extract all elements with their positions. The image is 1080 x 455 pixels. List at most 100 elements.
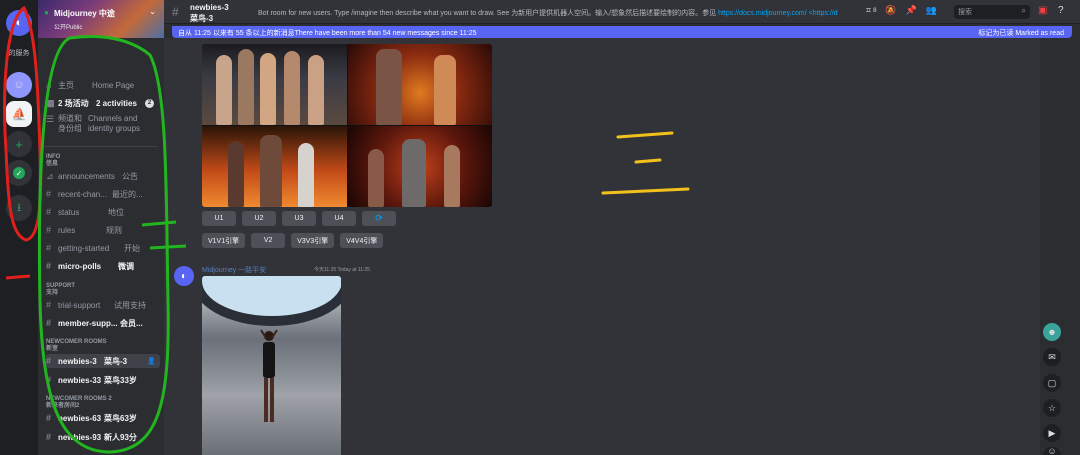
hash-icon: # — [46, 207, 52, 217]
category-newcomer-en: NEWCOMER ROOMS — [46, 339, 107, 345]
v3-button[interactable]: V3V3引擎 — [291, 233, 335, 248]
home-button[interactable]: ◐ — [6, 10, 32, 36]
nav-channels-en-2: identity groups — [88, 124, 141, 133]
image-tile-3[interactable] — [202, 126, 347, 207]
nav-channels-cn: 频道和 身份组 — [58, 114, 84, 134]
category-newcomer-2[interactable]: NEWCOMER ROOMS 2 新来者房间2 — [46, 396, 112, 410]
topic-link-2[interactable]: <https://d — [809, 10, 838, 17]
topic-text: Bot room for new users. Type /imagine th… — [258, 10, 510, 17]
channel-getting-started[interactable]: # getting-started 开始 — [46, 241, 160, 255]
add-member-icon[interactable]: 👤 — [147, 357, 156, 365]
category-info[interactable]: INFO 信息 — [46, 154, 60, 168]
channel-recent-changes[interactable]: # recent-chan... 最近的... — [46, 187, 160, 201]
image-tile-2[interactable] — [347, 44, 492, 125]
threads-count: 8 — [873, 7, 877, 14]
u3-button[interactable]: U3 — [282, 211, 316, 226]
star-icon[interactable]: ☆ — [1043, 399, 1061, 417]
discord-icon: ◐ — [180, 270, 188, 282]
nav-home-en: Home Page — [92, 80, 135, 90]
channel-label-cn: 新人93分 — [104, 432, 137, 442]
server-midjourney[interactable]: ☺ — [6, 72, 32, 98]
members-icon[interactable]: 👥 — [926, 5, 937, 16]
message-list: U1 U2 U3 U4 ⟳ V1V1引擎 V2 V3V3引擎 V4V4引擎 ◐ … — [164, 38, 1040, 455]
new-messages-banner[interactable]: 自从 11:25 以来有 55 条以上的新消息There have been m… — [172, 26, 1072, 38]
generated-photo[interactable] — [202, 276, 341, 455]
nav-channels-roles[interactable]: ☰ 频道和 身份组 Channels and identity groups — [46, 114, 160, 140]
topic-link[interactable]: https://docs.midjourney.com/ — [718, 10, 807, 17]
figure — [308, 55, 324, 125]
figure — [238, 49, 254, 125]
channel-label: member-supp... — [58, 318, 118, 328]
channel-member-support[interactable]: # member-supp... 会员... — [46, 316, 160, 330]
channel-label: newbies-33 — [58, 375, 102, 385]
channel-label-cn: 菜鸟33岁 — [104, 375, 137, 385]
nav-activities[interactable]: ▦ 2 场活动 2 activities 2 — [46, 96, 160, 110]
message-author[interactable]: Midjourney 一路平安 — [202, 265, 266, 275]
upscale-buttons: U1 U2 U3 U4 ⟳ — [202, 211, 396, 226]
channel-announcements[interactable]: ⊿ announcements 公告 — [46, 169, 160, 183]
mark-as-read-button[interactable]: 标记为已读 Marked as read — [978, 28, 1064, 38]
photo-figure — [260, 329, 278, 422]
channel-trial-support[interactable]: # trial-support 试用支持 — [46, 298, 160, 312]
figure — [367, 149, 384, 207]
channel-micro-polls[interactable]: # micro-polls 微调 — [46, 259, 160, 273]
v4-button[interactable]: V4V4引擎 — [340, 233, 384, 248]
category-newcomer[interactable]: NEWCOMER ROOMS 新室 — [46, 339, 107, 353]
inbox-icon[interactable]: ▣ — [1038, 5, 1047, 16]
hash-icon: # — [46, 243, 52, 253]
bot-avatar[interactable]: ◐ — [174, 266, 194, 286]
nav-home[interactable]: ⌂ 主页 Home Page — [46, 78, 160, 92]
megaphone-icon: ⊿ — [46, 170, 54, 181]
category-support-cn: 支持 — [46, 290, 59, 296]
rail-label: 的服务 — [8, 50, 30, 57]
video-icon[interactable]: ▶ — [1043, 424, 1061, 442]
sticker-icon[interactable]: ☺ — [1043, 446, 1061, 455]
search-input[interactable]: 搜索 ⌕ — [954, 5, 1030, 19]
server-sailboat[interactable]: ⛵ — [6, 101, 32, 127]
u2-button[interactable]: U2 — [242, 211, 276, 226]
channel-sidebar: ● Midjourney 中途 ⌄ 公开Public ⌂ 主页 Home Pag… — [38, 0, 164, 455]
generated-image-grid[interactable] — [202, 44, 492, 207]
figure — [260, 135, 282, 207]
channel-label-cn: 菜鸟63岁 — [104, 413, 137, 423]
nav-home-cn: 主页 — [58, 80, 74, 90]
server-header[interactable]: ● Midjourney 中途 ⌄ 公开Public — [38, 0, 164, 38]
category-newcomer2-en: NEWCOMER ROOMS 2 — [46, 396, 112, 402]
channel-newbies-3[interactable]: # newbies-3 菜鸟-3 👤 — [46, 354, 160, 368]
category-support[interactable]: SUPPORT 支持 — [46, 283, 75, 297]
avatar: ☺ — [13, 79, 25, 91]
download-button[interactable]: ⭳ — [6, 195, 32, 221]
discord-icon: ◐ — [15, 17, 23, 29]
channel-newbies-93[interactable]: # newbies-93 新人93分 — [46, 430, 160, 444]
hash-icon: # — [46, 318, 52, 328]
add-server-button[interactable]: + — [6, 131, 32, 157]
channel-topic[interactable]: Bot room for new users. Type /imagine th… — [258, 8, 858, 18]
image-tile-1[interactable] — [202, 44, 347, 125]
mute-icon[interactable]: 🔕 — [885, 5, 896, 16]
channel-rules[interactable]: # rules 规则 — [46, 223, 160, 237]
compass-icon: ✓ — [13, 167, 25, 179]
figure — [433, 55, 456, 125]
calendar-icon: ▦ — [46, 97, 55, 108]
explore-button[interactable]: ✓ — [6, 160, 32, 186]
nav-channels-cn-2: 身份组 — [58, 124, 82, 133]
box-icon[interactable]: ▢ — [1043, 374, 1061, 392]
image-tile-4[interactable] — [347, 126, 492, 207]
u4-button[interactable]: U4 — [322, 211, 356, 226]
channel-status[interactable]: # status 地位 — [46, 205, 160, 219]
threads-icon[interactable]: ⌗ — [866, 5, 871, 16]
figure — [375, 49, 402, 125]
channel-newbies-63[interactable]: # newbies-63 菜鸟63岁 — [46, 411, 160, 425]
v2-button[interactable]: V2 — [251, 233, 286, 248]
reroll-button[interactable]: ⟳ — [362, 211, 396, 226]
u1-button[interactable]: U1 — [202, 211, 236, 226]
topic-text-cn: 为新用户提供机器人空间。输入/想象然后描述要绘制的内容。参见 — [511, 10, 717, 17]
chat-icon[interactable]: ✉ — [1043, 348, 1061, 366]
help-icon[interactable]: ? — [1058, 5, 1064, 16]
hash-icon: # — [46, 189, 52, 199]
channel-newbies-33[interactable]: # newbies-33 菜鸟33岁 — [46, 373, 160, 387]
robot-icon[interactable]: ☻ — [1043, 323, 1061, 341]
pin-icon[interactable]: 📌 — [906, 5, 917, 16]
v1-button[interactable]: V1V1引擎 — [202, 233, 246, 248]
channel-label-cn: 微调 — [118, 261, 134, 271]
